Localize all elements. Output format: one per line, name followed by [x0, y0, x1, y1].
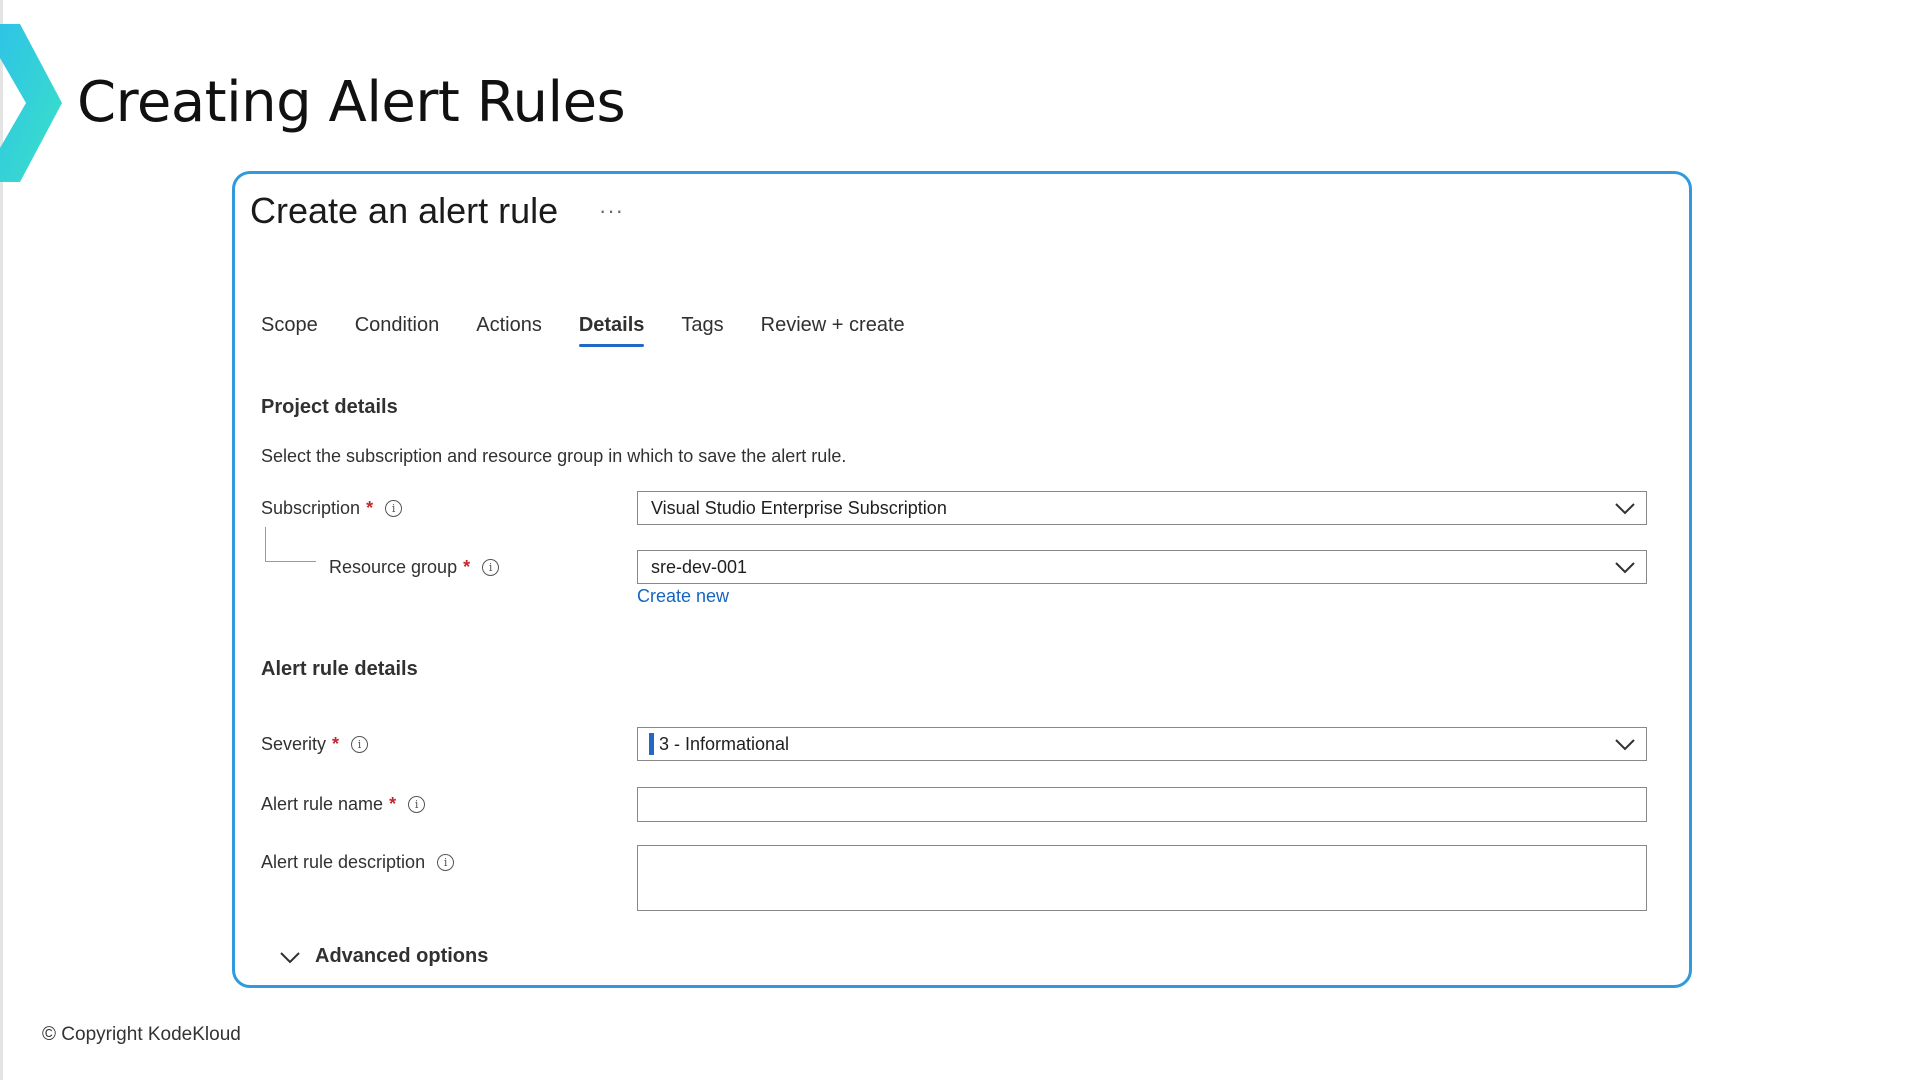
create-new-link[interactable]: Create new — [637, 586, 729, 607]
info-icon[interactable]: i — [408, 796, 426, 813]
severity-label-text: Severity — [261, 734, 327, 754]
alert-rule-name-label-text: Alert rule name — [261, 794, 384, 814]
alert-rule-description-input[interactable] — [637, 845, 1647, 911]
alert-rule-description-label: Alert rule description i — [261, 852, 455, 873]
alert-rule-description-label-text: Alert rule description — [261, 852, 426, 872]
alert-rule-details-heading: Alert rule details — [261, 658, 418, 680]
severity-color-bar — [649, 733, 654, 755]
required-asterisk: * — [332, 734, 340, 754]
info-icon[interactable]: i — [385, 500, 403, 517]
wizard-tabs: Scope Condition Actions Details Tags Rev… — [261, 314, 942, 347]
tab-tags[interactable]: Tags — [681, 314, 723, 345]
required-asterisk: * — [366, 498, 374, 518]
subscription-label: Subscription * i — [261, 498, 403, 519]
resource-group-value: sre-dev-001 — [651, 556, 748, 577]
kodekloud-chevron-logo — [0, 24, 62, 182]
resource-group-label: Resource group * i — [329, 557, 500, 578]
tab-scope[interactable]: Scope — [261, 314, 318, 345]
alert-rule-name-label: Alert rule name * i — [261, 794, 426, 815]
required-asterisk: * — [463, 557, 471, 577]
more-options-icon[interactable]: ··· — [599, 198, 624, 224]
severity-label: Severity * i — [261, 734, 369, 755]
tree-connector — [265, 527, 316, 562]
resource-group-label-text: Resource group — [329, 557, 458, 577]
chevron-down-icon — [1615, 503, 1635, 515]
copyright-text: © Copyright KodeKloud — [42, 1024, 241, 1045]
panel-title: Create an alert rule — [250, 190, 559, 231]
tab-review-create[interactable]: Review + create — [761, 314, 905, 345]
resource-group-dropdown[interactable]: sre-dev-001 — [637, 550, 1647, 584]
chevron-down-icon — [280, 951, 300, 963]
severity-value: 3 - Informational — [659, 733, 790, 754]
tab-details[interactable]: Details — [578, 314, 644, 347]
required-asterisk: * — [389, 794, 397, 814]
create-alert-rule-panel: Create an alert rule ··· Scope Condition… — [232, 171, 1692, 988]
slide-title: Creating Alert Rules — [77, 70, 626, 135]
project-details-heading: Project details — [261, 396, 398, 418]
tab-actions[interactable]: Actions — [476, 314, 542, 345]
info-icon[interactable]: i — [482, 559, 500, 576]
subscription-dropdown[interactable]: Visual Studio Enterprise Subscription — [637, 491, 1647, 525]
severity-dropdown[interactable]: 3 - Informational — [637, 727, 1647, 761]
subscription-value: Visual Studio Enterprise Subscription — [651, 497, 947, 518]
advanced-options-label: Advanced options — [315, 945, 489, 967]
advanced-options-toggle[interactable]: Advanced options — [279, 945, 488, 968]
info-icon[interactable]: i — [437, 854, 455, 871]
chevron-down-icon — [1615, 562, 1635, 574]
project-details-description: Select the subscription and resource gro… — [261, 446, 847, 466]
alert-rule-name-input[interactable] — [637, 787, 1647, 822]
tab-condition[interactable]: Condition — [355, 314, 440, 345]
info-icon[interactable]: i — [351, 736, 369, 753]
subscription-label-text: Subscription — [261, 498, 361, 518]
chevron-down-icon — [1615, 739, 1635, 751]
